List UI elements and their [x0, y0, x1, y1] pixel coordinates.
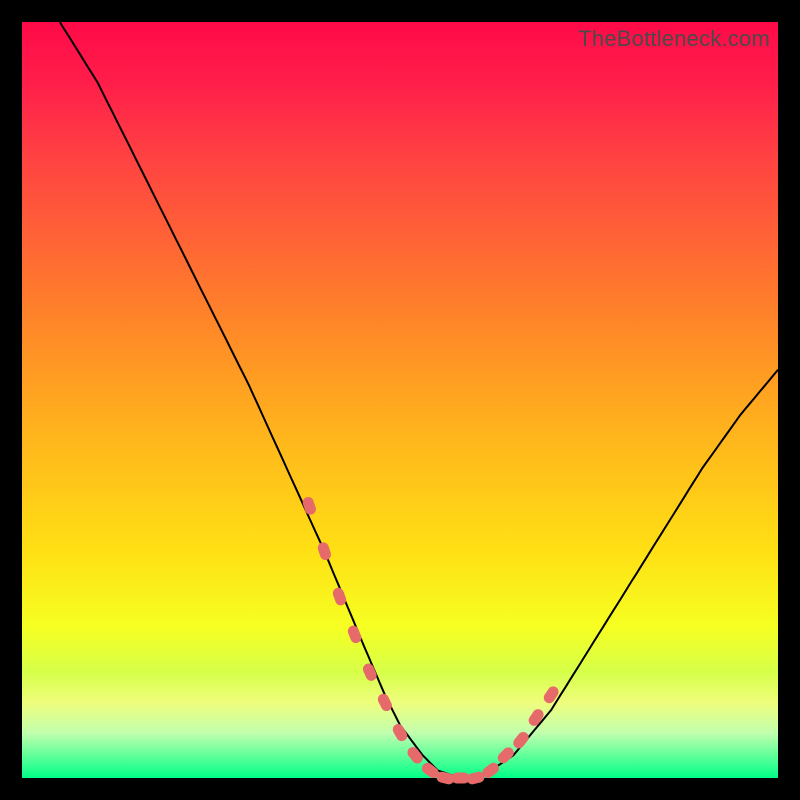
chart-svg [22, 22, 778, 778]
curve-marker [542, 684, 561, 705]
curve-marker [527, 707, 546, 728]
plot-area: TheBottleneck.com [22, 22, 778, 778]
curve-marker [316, 541, 332, 562]
curve-marker [496, 745, 517, 766]
chart-container: TheBottleneck.com [0, 0, 800, 800]
curve-marker [301, 496, 317, 517]
curve-marker [376, 692, 394, 713]
bottleneck-curve [60, 22, 778, 778]
curve-marker [511, 730, 531, 751]
curve-marker [405, 745, 425, 766]
curve-markers [301, 496, 561, 786]
curve-marker [346, 624, 363, 645]
